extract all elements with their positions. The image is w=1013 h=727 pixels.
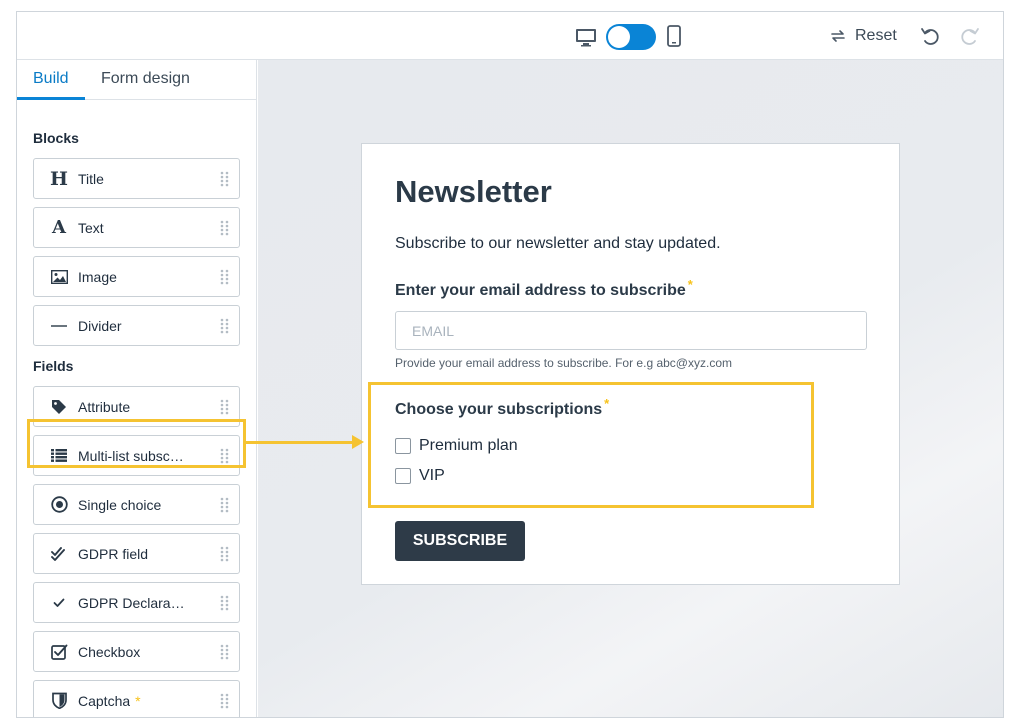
field-single-choice[interactable]: Single choice (33, 484, 240, 525)
block-divider-label: Divider (78, 317, 122, 334)
multi-list-highlight (27, 419, 246, 468)
block-title[interactable]: H Title (33, 158, 240, 199)
field-gdpr-declaration-label: GDPR Declaration (78, 594, 185, 611)
field-gdpr-declaration[interactable]: GDPR Declaration (33, 582, 240, 623)
tab-build[interactable]: Build (33, 70, 69, 88)
drag-handle-icon[interactable] (220, 693, 229, 709)
mobile-icon[interactable] (666, 25, 682, 47)
active-tab-indicator (17, 97, 85, 100)
field-captcha[interactable]: Captcha * (33, 680, 240, 717)
subscribe-button[interactable]: SUBSCRIBE (395, 521, 525, 561)
field-single-choice-label: Single choice (78, 496, 162, 513)
block-image[interactable]: Image (33, 256, 240, 297)
reset-label: Reset (855, 27, 897, 44)
drag-handle-icon[interactable] (220, 497, 229, 513)
block-text[interactable]: A Text (33, 207, 240, 248)
email-field[interactable] (395, 311, 867, 350)
arrow-head (352, 435, 364, 449)
field-checkbox[interactable]: Checkbox (33, 631, 240, 672)
drag-handle-icon[interactable] (220, 318, 229, 334)
desktop-icon[interactable] (575, 26, 597, 48)
heading-icon: H (50, 167, 68, 190)
drag-handle-icon[interactable] (220, 546, 229, 562)
toggle-knob (608, 26, 630, 48)
fields-heading: Fields (33, 358, 74, 374)
divider-icon (49, 316, 69, 336)
arrow-line (246, 441, 356, 444)
text-icon: A (52, 217, 66, 238)
tag-icon (49, 397, 69, 417)
check-icon (49, 593, 69, 613)
drag-handle-icon[interactable] (220, 644, 229, 660)
field-gdpr-label: GDPR field (78, 545, 149, 562)
block-title-label: Title (78, 170, 104, 187)
field-captcha-label: Captcha (78, 692, 131, 709)
email-help-text: Provide your email address to subscribe.… (395, 356, 732, 370)
form-builder-window: Reset Build Form design Blocks H Title A… (16, 11, 1004, 718)
field-gdpr[interactable]: GDPR field (33, 533, 240, 574)
form-subtitle: Subscribe to our newsletter and stay upd… (395, 235, 721, 252)
drag-handle-icon[interactable] (220, 399, 229, 415)
form-title: Newsletter (395, 174, 552, 209)
device-toggle[interactable] (606, 24, 656, 50)
subscriptions-highlight (368, 382, 814, 508)
drag-handle-icon[interactable] (220, 220, 229, 236)
radio-icon (49, 495, 69, 515)
shield-icon (49, 691, 69, 711)
builder-sidebar: Build Form design Blocks H Title A Text … (17, 60, 257, 717)
blocks-heading: Blocks (33, 130, 79, 146)
block-image-label: Image (78, 268, 117, 285)
email-label-text: Enter your email address to subscribe (395, 282, 686, 299)
double-check-icon (49, 544, 69, 564)
drag-handle-icon[interactable] (220, 269, 229, 285)
tab-form-design[interactable]: Form design (101, 70, 190, 88)
block-text-label: Text (78, 219, 104, 236)
required-mark: * (687, 277, 693, 292)
newsletter-form: Newsletter Subscribe to our newsletter a… (361, 143, 900, 585)
redo-icon[interactable] (959, 25, 981, 47)
captcha-star: * (135, 692, 141, 709)
top-toolbar: Reset (17, 12, 1003, 60)
drag-handle-icon[interactable] (220, 171, 229, 187)
undo-icon[interactable] (919, 25, 941, 47)
block-divider[interactable]: Divider (33, 305, 240, 346)
reset-icon (831, 30, 845, 42)
sidebar-tabs: Build Form design (17, 60, 256, 100)
reset-button[interactable]: Reset (829, 24, 897, 48)
field-attribute-label: Attribute (78, 398, 131, 415)
drag-handle-icon[interactable] (220, 595, 229, 611)
field-checkbox-label: Checkbox (78, 643, 141, 660)
checkbox-icon (49, 642, 69, 662)
image-icon (49, 267, 69, 287)
email-label: Enter your email address to subscribe * (395, 277, 693, 300)
